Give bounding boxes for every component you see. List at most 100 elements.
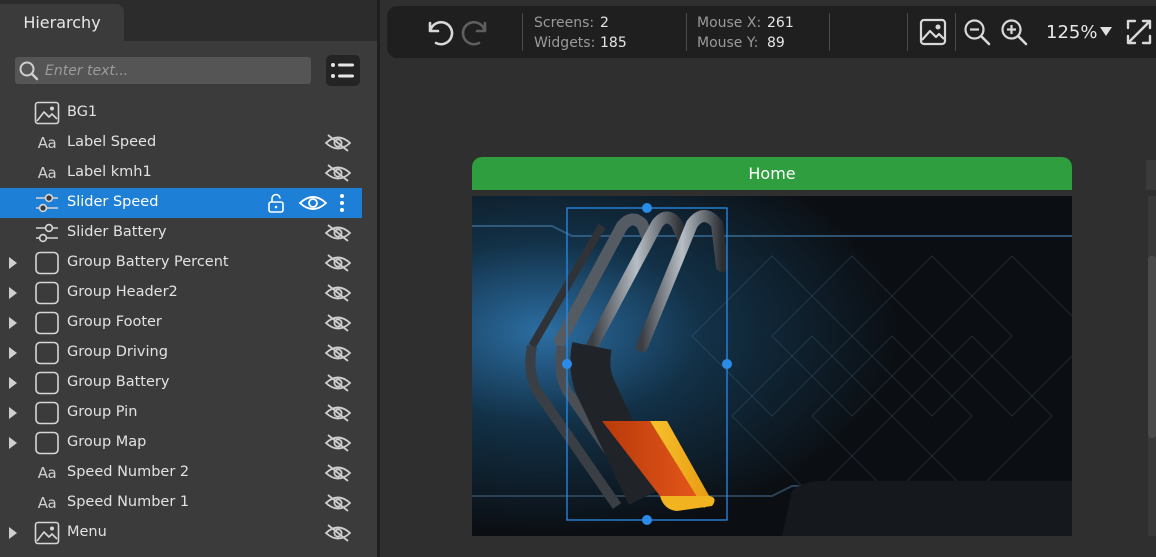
resize-handle-right — [722, 359, 732, 369]
expand-arrow-icon[interactable] — [8, 257, 18, 269]
zoom-out-icon[interactable] — [962, 17, 992, 47]
fit-to-screen-icon[interactable] — [1124, 17, 1154, 47]
group-icon — [34, 251, 60, 275]
eye-hidden-icon[interactable] — [324, 494, 352, 512]
group-icon — [34, 311, 60, 335]
toolbar-separator — [829, 13, 830, 51]
expand-arrow-icon[interactable] — [8, 407, 18, 419]
undo-icon[interactable] — [421, 14, 455, 48]
text-icon: Aa — [37, 464, 57, 482]
eye-hidden-icon[interactable] — [324, 374, 352, 392]
group-icon — [34, 401, 60, 425]
expand-arrow-icon[interactable] — [8, 377, 18, 389]
unlock-icon[interactable] — [266, 193, 286, 213]
text-icon: Aa — [37, 164, 57, 182]
toolbar-separator — [686, 13, 687, 51]
tree-item[interactable]: Aa Speed Number 1 — [0, 488, 362, 518]
tree-item-label: Speed Number 1 — [67, 494, 190, 510]
tree-item[interactable]: Slider Speed — [0, 188, 362, 218]
eye-hidden-icon[interactable] — [324, 434, 352, 452]
tab-hierarchy[interactable]: Hierarchy — [0, 4, 124, 41]
group-icon — [34, 371, 60, 395]
mouse-x-value: 261 — [767, 15, 794, 31]
eye-hidden-icon[interactable] — [324, 344, 352, 362]
group-icon — [34, 281, 60, 305]
resize-handle-top — [642, 203, 652, 213]
list-view-button[interactable] — [326, 55, 360, 86]
widgets-value: 185 — [600, 35, 627, 51]
hierarchy-panel: Hierarchy BG1 Aa Label Speed Aa Label kmh1 Sl… — [0, 0, 377, 557]
tree-item[interactable]: Menu — [0, 518, 362, 548]
resize-handle-bottom — [642, 515, 652, 525]
search-icon — [19, 61, 39, 80]
toolbar-separator — [955, 13, 956, 51]
eye-hidden-icon[interactable] — [324, 314, 352, 332]
screen-title-bar[interactable]: Home — [472, 157, 1072, 190]
redo-icon[interactable] — [460, 14, 494, 48]
tree-item-label: BG1 — [67, 104, 98, 120]
mouse-x-label: Mouse X: — [697, 15, 762, 31]
scrollbar-thumb[interactable] — [1148, 256, 1156, 438]
tree-item[interactable]: Slider Battery — [0, 218, 362, 248]
tree-item[interactable]: Aa Speed Number 2 — [0, 458, 362, 488]
screen-background-image — [472, 196, 1072, 536]
eye-hidden-icon[interactable] — [324, 254, 352, 272]
search-input[interactable] — [45, 62, 295, 79]
eye-hidden-icon[interactable] — [324, 404, 352, 422]
tree-item-label: Label Speed — [67, 134, 157, 150]
tree-item[interactable]: Group Driving — [0, 338, 362, 368]
tree-item-label: Slider Speed — [67, 194, 159, 210]
tree-item-label: Slider Battery — [67, 224, 167, 240]
expand-arrow-icon[interactable] — [8, 437, 18, 449]
screen-canvas[interactable] — [472, 196, 1072, 536]
eye-hidden-icon[interactable] — [324, 134, 352, 152]
tree-item-label: Group Driving — [67, 344, 168, 360]
tree-item-label: Group Footer — [67, 314, 162, 330]
eye-hidden-icon[interactable] — [324, 284, 352, 302]
background-image-icon[interactable] — [918, 17, 948, 47]
image-icon — [34, 101, 60, 125]
tree-item-label: Group Header2 — [67, 284, 178, 300]
tree-item[interactable]: Group Map — [0, 428, 362, 458]
expand-arrow-icon[interactable] — [8, 527, 18, 539]
tree-item[interactable]: Group Header2 — [0, 278, 362, 308]
expand-arrow-icon[interactable] — [8, 317, 18, 329]
eye-hidden-icon[interactable] — [324, 524, 352, 542]
editor-root: Hierarchy BG1 Aa Label Speed Aa Label kmh1 Sl… — [0, 0, 1156, 557]
tree-item[interactable]: Aa Label Speed — [0, 128, 362, 158]
eye-hidden-icon[interactable] — [324, 464, 352, 482]
tree-item[interactable]: Group Battery Percent — [0, 248, 362, 278]
tree-item-label: Group Pin — [67, 404, 138, 420]
tree-item-label: Menu — [67, 524, 107, 540]
tree-item[interactable]: Aa Label kmh1 — [0, 158, 362, 188]
tree-item-label: Label kmh1 — [67, 164, 152, 180]
slider-icon — [34, 191, 60, 215]
tree-item[interactable]: Group Pin — [0, 398, 362, 428]
mouse-y-label: Mouse Y: — [697, 35, 759, 51]
text-icon: Aa — [37, 494, 57, 512]
toolbar-separator — [907, 13, 908, 51]
eye-hidden-icon[interactable] — [324, 224, 352, 242]
widgets-label: Widgets: — [534, 35, 596, 51]
mouse-y-value: 89 — [767, 35, 785, 51]
expand-arrow-icon[interactable] — [8, 287, 18, 299]
text-icon: Aa — [37, 134, 57, 152]
next-screen-edge[interactable] — [1146, 160, 1156, 190]
tree-item[interactable]: BG1 — [0, 98, 362, 128]
zoom-in-icon[interactable] — [999, 17, 1029, 47]
expand-arrow-icon[interactable] — [8, 347, 18, 359]
panel-tab-bar: Hierarchy — [0, 0, 377, 41]
chevron-down-icon[interactable] — [1100, 27, 1112, 37]
screens-label: Screens: — [534, 15, 595, 31]
tree-item-label: Speed Number 2 — [67, 464, 190, 480]
tree-item[interactable]: Group Footer — [0, 308, 362, 338]
tree-item-label: Group Map — [67, 434, 147, 450]
eye-icon[interactable] — [298, 194, 328, 212]
toolbar-separator — [522, 13, 523, 51]
tree-item-label: Group Battery — [67, 374, 170, 390]
hierarchy-tree: BG1 Aa Label Speed Aa Label kmh1 Slider Speed… — [0, 98, 362, 548]
zoom-level-select[interactable]: 125% — [1046, 22, 1097, 43]
eye-hidden-icon[interactable] — [324, 164, 352, 182]
more-options-icon[interactable] — [335, 192, 349, 214]
tree-item[interactable]: Group Battery — [0, 368, 362, 398]
